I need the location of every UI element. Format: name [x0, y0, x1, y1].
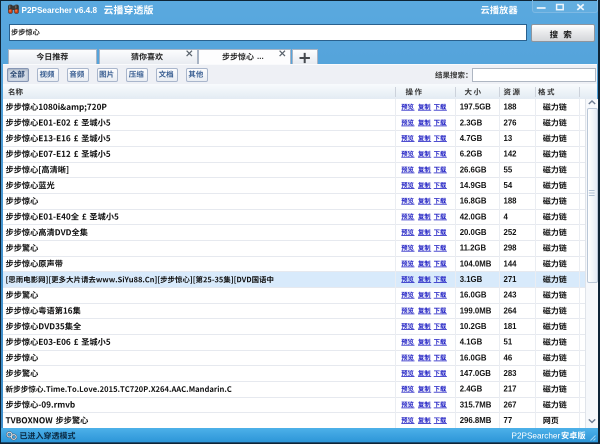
svg-text:3.1GB: 3.1GB: [460, 275, 483, 284]
svg-text:55: 55: [504, 165, 513, 174]
svg-text:46: 46: [504, 353, 513, 362]
svg-text:197.5GB: 197.5GB: [460, 103, 492, 112]
svg-text:51: 51: [504, 338, 513, 347]
svg-text:298: 298: [504, 244, 518, 253]
svg-text:77: 77: [504, 416, 513, 425]
svg-text:217: 217: [504, 385, 517, 394]
svg-text:243: 243: [504, 291, 518, 300]
svg-text:14.9GB: 14.9GB: [460, 181, 487, 190]
svg-text:11.2GB: 11.2GB: [460, 244, 487, 253]
svg-text:283: 283: [504, 369, 518, 378]
svg-text:252: 252: [504, 228, 518, 237]
svg-text:...: ...: [257, 52, 264, 61]
svg-text:276: 276: [504, 118, 518, 127]
svg-text:315.7MB: 315.7MB: [460, 400, 492, 409]
svg-text:104.0MB: 104.0MB: [460, 259, 492, 268]
svg-text:2.3GB: 2.3GB: [460, 118, 483, 127]
svg-text:20.0GB: 20.0GB: [460, 228, 487, 237]
svg-text:144: 144: [504, 259, 518, 268]
svg-text:P2PSearcher: P2PSearcher: [512, 431, 561, 440]
svg-text:6.2GB: 6.2GB: [460, 150, 483, 159]
svg-text:4.7GB: 4.7GB: [460, 134, 483, 143]
svg-text:54: 54: [504, 181, 513, 190]
svg-text:13: 13: [504, 134, 513, 143]
svg-text:188: 188: [504, 197, 518, 206]
svg-text:142: 142: [504, 150, 518, 159]
svg-text:267: 267: [504, 400, 517, 409]
svg-text:16.0GB: 16.0GB: [460, 353, 487, 362]
svg-text:10.2GB: 10.2GB: [460, 322, 487, 331]
svg-text:199.0MB: 199.0MB: [460, 306, 492, 315]
svg-text:188: 188: [504, 103, 518, 112]
svg-text:4.1GB: 4.1GB: [460, 338, 483, 347]
svg-text:P2PSearcher v6.4.8: P2PSearcher v6.4.8: [22, 6, 98, 15]
svg-text:16.8GB: 16.8GB: [460, 197, 487, 206]
svg-text:271: 271: [504, 275, 518, 284]
svg-text:147.0GB: 147.0GB: [460, 369, 492, 378]
svg-text:16.0GB: 16.0GB: [460, 291, 487, 300]
svg-text:264: 264: [504, 306, 518, 315]
svg-text:4: 4: [504, 212, 509, 221]
svg-text:2.4GB: 2.4GB: [460, 385, 483, 394]
svg-text:296.8MB: 296.8MB: [460, 416, 492, 425]
svg-text:42.0GB: 42.0GB: [460, 212, 487, 221]
svg-text:181: 181: [504, 322, 518, 331]
svg-text:26.6GB: 26.6GB: [460, 165, 487, 174]
